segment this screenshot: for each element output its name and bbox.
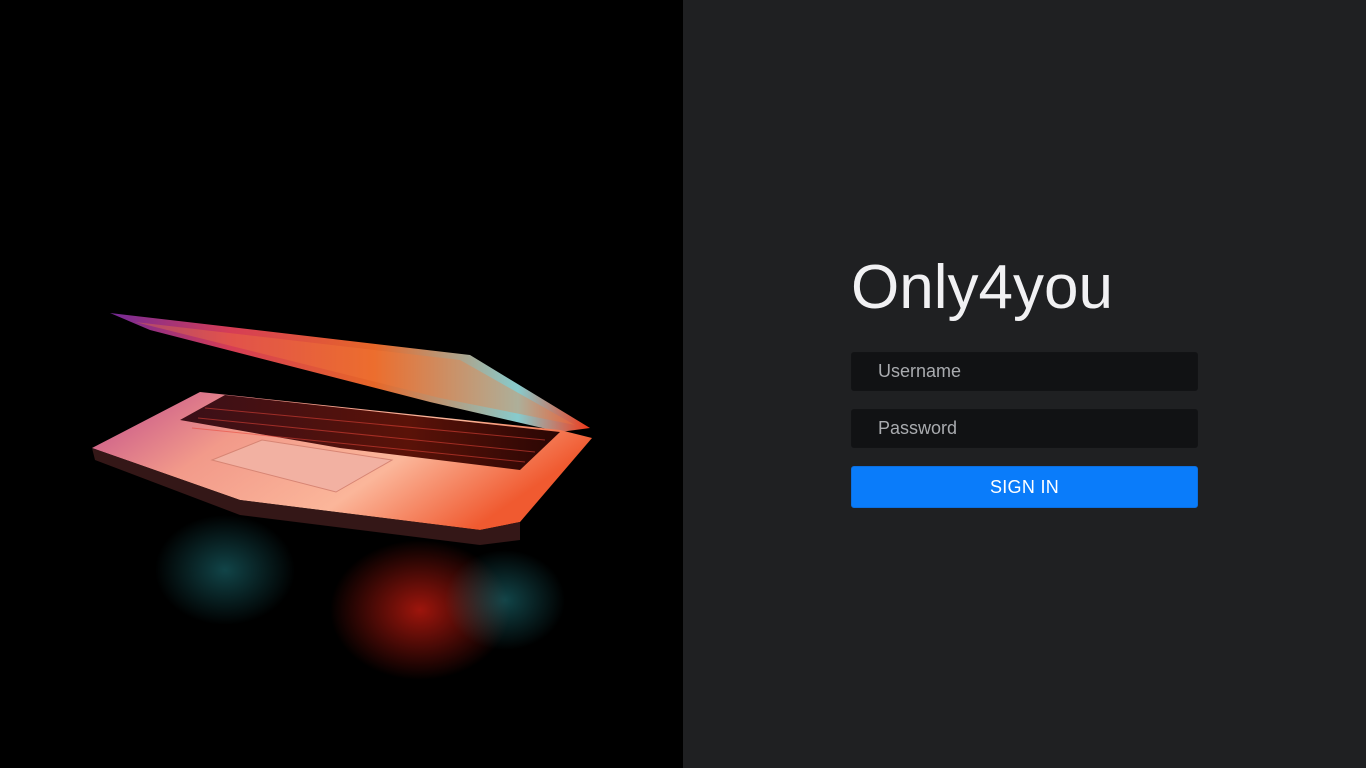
sign-in-button[interactable]: SIGN IN: [851, 466, 1198, 508]
hero-image: [0, 0, 683, 768]
site-title: Only4you: [851, 253, 1113, 322]
login-panel: Only4you SIGN IN: [683, 0, 1366, 768]
password-input[interactable]: [851, 409, 1198, 448]
laptop-photo-icon: [92, 313, 592, 680]
username-input[interactable]: [851, 352, 1198, 391]
login-page: Only4you SIGN IN: [0, 0, 1366, 768]
